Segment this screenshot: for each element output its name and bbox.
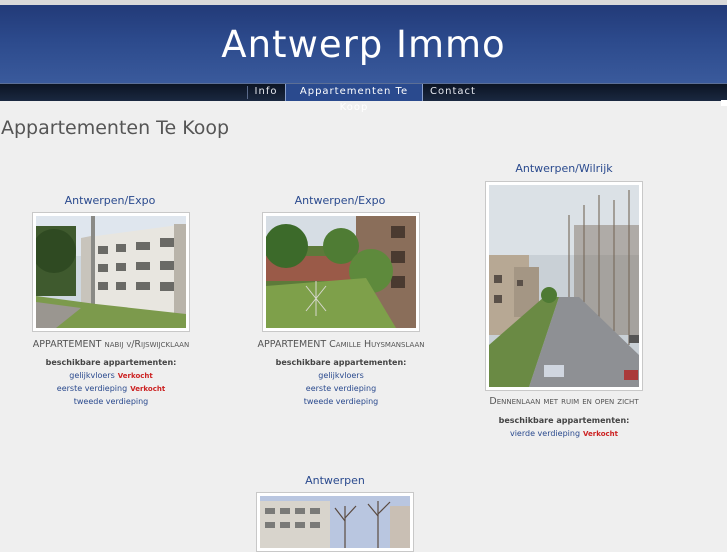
unit-row: tweede verdieping — [250, 397, 432, 406]
unit-row: vierde verdieping Verkocht — [470, 429, 658, 438]
listing-photo[interactable] — [485, 181, 643, 391]
available-heading: beschikbare appartementen: — [498, 416, 630, 425]
sold-badge: Verkocht — [117, 372, 153, 380]
unit-row: eerste verdieping — [250, 384, 432, 393]
street-view-photo — [489, 185, 639, 387]
unit-link[interactable]: eerste verdieping — [57, 384, 127, 393]
unit-row: gelijkvloers Verkocht — [22, 371, 200, 380]
listing-caption: APPARTEMENT Camille Huysmanslaan — [257, 339, 425, 350]
nav-item-appartementen-te-koop[interactable]: Appartementen Te Koop — [285, 84, 423, 113]
unit-link[interactable]: gelijkvloers — [69, 371, 115, 380]
listing-location-link[interactable]: Antwerpen — [260, 474, 410, 487]
listing-location-link[interactable]: Antwerpen/Wilrijk — [489, 162, 639, 175]
unit-link[interactable]: tweede verdieping — [304, 397, 379, 406]
available-heading: beschikbare appartementen: — [45, 358, 177, 367]
nav-item-info[interactable]: Info — [248, 84, 284, 101]
listing-caption: Dennenlaan met ruim en open zicht — [489, 396, 639, 407]
unit-row: tweede verdieping — [22, 397, 200, 406]
listing-photo[interactable] — [32, 212, 190, 332]
site-header: Antwerp Immo — [0, 5, 727, 83]
listing-photo[interactable] — [256, 492, 414, 552]
nav-item-contact[interactable]: Contact — [423, 84, 483, 101]
unit-row: eerste verdieping Verkocht — [22, 384, 200, 393]
unit-link[interactable]: tweede verdieping — [74, 397, 149, 406]
listing-photo[interactable] — [262, 212, 420, 332]
unit-link[interactable]: gelijkvloers — [318, 371, 364, 380]
building-photo — [260, 496, 410, 548]
apartment-building-photo — [36, 216, 186, 328]
main-navigation: Info Appartementen Te Koop Contact — [0, 83, 727, 113]
available-heading: beschikbare appartementen: — [275, 358, 407, 367]
listing-location-link[interactable]: Antwerpen/Expo — [35, 194, 185, 207]
edge-marker — [721, 100, 727, 106]
garden-photo — [266, 216, 416, 328]
sold-badge: Verkocht — [583, 430, 619, 438]
unit-link[interactable]: vierde verdieping — [510, 429, 580, 438]
sold-badge: Verkocht — [130, 385, 166, 393]
listing-caption: APPARTEMENT nabij v/Rijswijcklaan — [32, 339, 190, 350]
unit-row: gelijkvloers — [250, 371, 432, 380]
listing-location-link[interactable]: Antwerpen/Expo — [265, 194, 415, 207]
page-title: Appartementen Te Koop — [1, 117, 230, 139]
site-title[interactable]: Antwerp Immo — [0, 23, 727, 66]
unit-link[interactable]: eerste verdieping — [306, 384, 376, 393]
